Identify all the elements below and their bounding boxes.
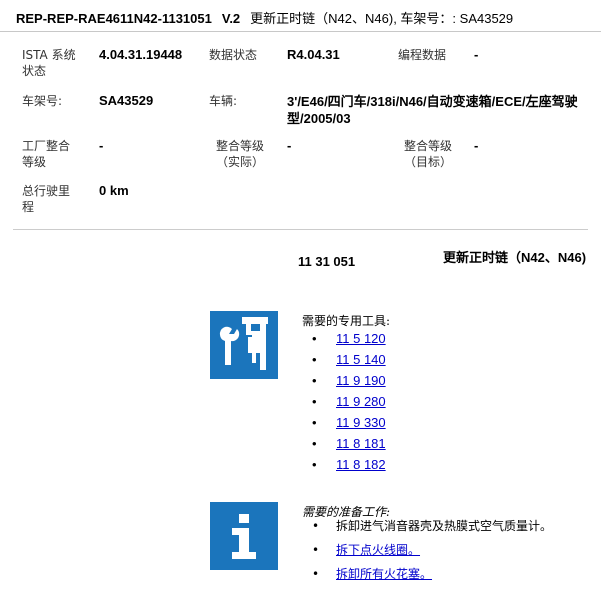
list-item: 11 8 181 <box>312 433 386 454</box>
prep-link-spark-plugs[interactable]: 拆卸所有火花塞。 <box>336 567 432 581</box>
vin-value: SA43529 <box>99 93 154 108</box>
programming-data-label: 编程数据 <box>398 48 447 62</box>
doc-version: V.2 <box>221 11 241 26</box>
preparation-list: 拆卸进气消音器壳及热膜式空气质量计。 拆下点火线圈。 拆卸所有火花塞。 <box>312 517 582 589</box>
level-target-label: 整合等级 （目标） <box>403 139 452 169</box>
special-tools-heading: 需要的专用工具: <box>302 314 391 328</box>
mileage-value: 0 km <box>99 183 129 198</box>
data-status-value: R4.04.31 <box>287 47 340 62</box>
section-divider <box>13 229 588 230</box>
repair-number: 11 31 051 <box>298 254 356 269</box>
prep-link-ignition-coils[interactable]: 拆下点火线圈。 <box>336 543 420 557</box>
list-item: 拆卸所有火花塞。 <box>312 565 582 583</box>
tool-link-1[interactable]: 11 5 120 <box>336 331 386 346</box>
list-item: 11 5 140 <box>312 349 386 370</box>
list-item: 11 9 330 <box>312 412 386 433</box>
vin-label: 车架号: <box>22 94 63 108</box>
list-item: 拆下点火线圈。 <box>312 541 582 559</box>
special-tools-list: 11 5 120 11 5 140 11 9 190 11 9 280 11 9… <box>312 328 386 475</box>
tool-link-5[interactable]: 11 9 330 <box>336 415 386 430</box>
ista-label: ISTA 系统 状态 <box>22 48 76 78</box>
tool-link-4[interactable]: 11 9 280 <box>336 394 386 409</box>
list-item: 11 5 120 <box>312 328 386 349</box>
tool-link-3[interactable]: 11 9 190 <box>336 373 386 388</box>
list-item: 拆卸进气消音器壳及热膜式空气质量计。 <box>312 517 582 535</box>
level-actual-value: - <box>287 138 292 153</box>
mileage-label: 总行驶里 程 <box>22 184 71 214</box>
tool-link-2[interactable]: 11 5 140 <box>336 352 386 367</box>
document-header: REP-REP-RAE4611N42-1131051 V.2 更新正时链（N42、N… <box>16 8 601 27</box>
doc-id: REP-REP-RAE4611N42-1131051 <box>16 11 212 26</box>
level-actual-label: 整合等级 （实际） <box>215 139 264 169</box>
level-target-value: - <box>474 138 479 153</box>
info-icon <box>210 502 278 570</box>
list-item: 11 9 190 <box>312 370 386 391</box>
list-item: 11 8 182 <box>312 454 386 475</box>
data-status-label: 数据状态 <box>209 48 258 62</box>
factory-level-label: 工厂整合 等级 <box>22 139 71 169</box>
vehicle-value: 3'/E46/四门车/318i/N46/自动变速箱/ECE/左座驾驶型/2005… <box>287 94 578 126</box>
doc-description: 更新正时链（N42、N46), 车架号：: SA43529 <box>250 11 514 26</box>
vehicle-label: 车辆: <box>209 94 238 108</box>
header-divider <box>0 31 601 32</box>
factory-level-value: - <box>99 138 104 153</box>
list-item: 11 9 280 <box>312 391 386 412</box>
tool-link-7[interactable]: 11 8 182 <box>336 457 386 472</box>
ista-value: 4.04.31.19448 <box>99 47 183 62</box>
special-tools-icon <box>210 311 278 379</box>
programming-data-value: - <box>474 47 479 62</box>
repair-title: 更新正时链（N42、N46) <box>443 250 587 265</box>
tool-link-6[interactable]: 11 8 181 <box>336 436 386 451</box>
